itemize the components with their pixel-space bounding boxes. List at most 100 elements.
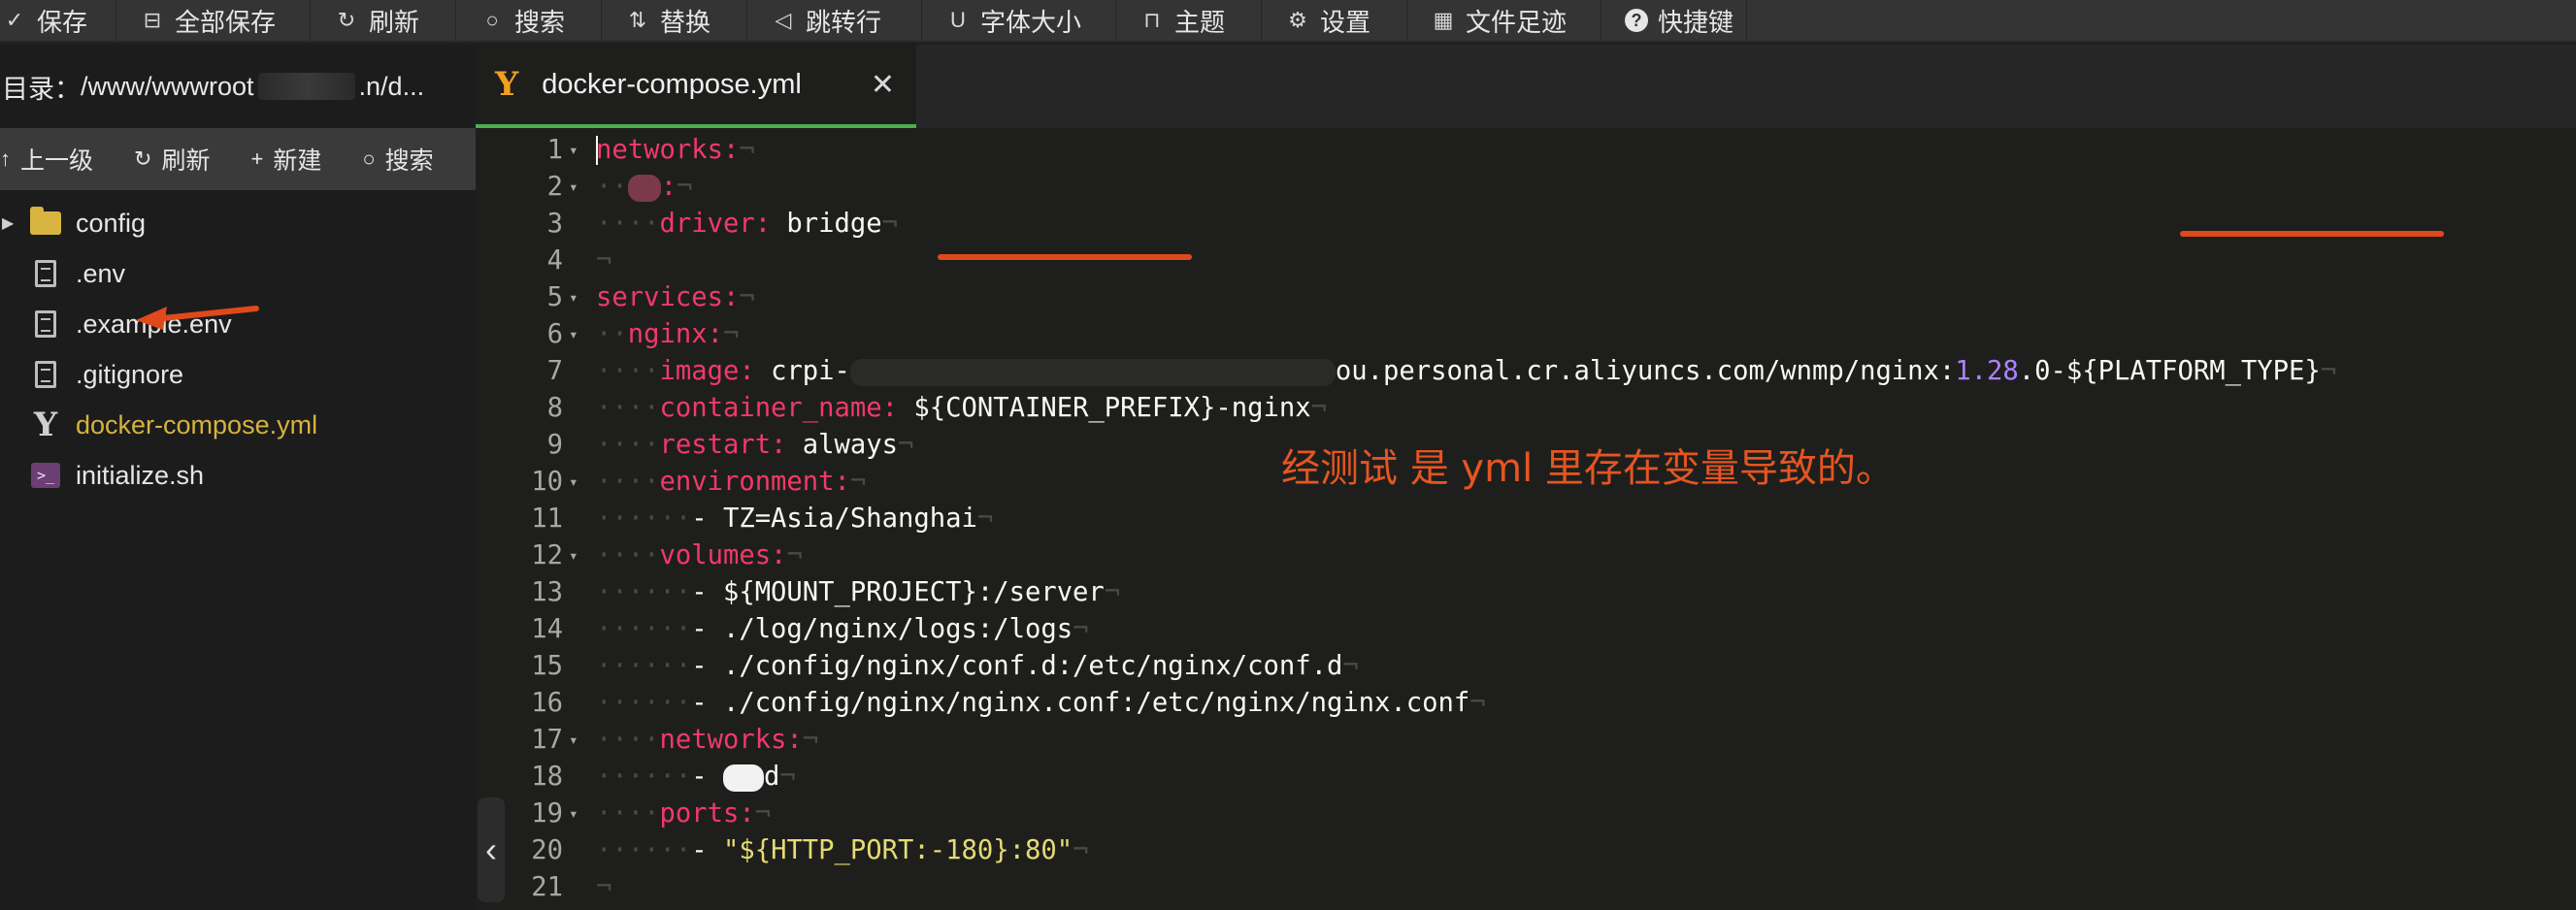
toolbar-button[interactable]: ↻ 刷新 [311,0,456,42]
toolbar-button-label: 快捷键 [1658,7,1734,37]
line-content: ¬ [596,243,611,279]
code-line[interactable]: 13 ······- ${MOUNT_PROJECT}:/server¬ [476,574,2576,611]
code-line[interactable]: 14 ······- ./log/nginx/logs:/logs¬ [476,611,2576,648]
code-editor[interactable]: 1 ▾ networks:¬ 2 ▾ ··:¬ 3 ····driver: bridge¬ 4 ¬… [476,128,2576,910]
toolbar-button[interactable]: ▦ 文件足迹 [1407,0,1602,42]
annotation-underline [938,254,1192,260]
end-of-line-marker: ¬ [802,725,819,755]
code-token: driver: [659,209,772,239]
sidebar-tool-button[interactable]: ○ 搜索 [362,142,433,177]
code-token: networks: [596,135,740,165]
file-name: docker-compose.yml [76,409,318,439]
end-of-line-marker: ¬ [779,762,796,792]
line-number: 15 [531,651,563,681]
folder-icon [29,207,62,238]
sidebar-toolbar: ↑ 上一级 ↻ 刷新 + 新建 ○ 搜索 [0,128,476,190]
close-icon[interactable]: ✕ [871,68,895,102]
code-line[interactable]: 6 ▾ ··nginx:¬ [476,316,2576,353]
line-number: 3 [546,209,563,239]
toolbar-button[interactable]: ⊟ 全部保存 [116,0,311,42]
code-line[interactable]: 4 ¬ [476,243,2576,279]
indent-whitespace: ······ [596,614,692,644]
code-token: - TZ=Asia/Shanghai [691,504,977,534]
file-tree-item[interactable]: .env [0,248,476,299]
indent-whitespace: ···· [596,798,660,829]
code-line[interactable]: 5 ▾ services:¬ [476,279,2576,316]
goto-line-icon: ◁ [775,8,792,32]
end-of-line-marker: ¬ [596,245,612,276]
code-line[interactable]: 3 ····driver: bridge¬ [476,206,2576,243]
indent-whitespace: ···· [596,725,660,755]
annotation-text: 经测试 是 yml 里存在变量导致的。 [1281,446,1895,491]
line-content: ······- d¬ [596,759,796,796]
toolbar-button[interactable]: ⚙ 设置 [1262,0,1407,42]
code-token: ${CONTAINER_PREFIX}-nginx [898,393,1311,423]
line-content: ····image: crpi-ou.personal.cr.aliyuncs.… [596,353,2336,390]
toolbar-button[interactable]: U 字体大小 [922,0,1116,42]
toolbar-button[interactable]: ◁ 跳转行 [747,0,922,42]
code-line[interactable]: 1 ▾ networks:¬ [476,132,2576,169]
fold-toggle-icon[interactable]: ▾ [569,169,578,206]
line-content: ······- ./config/nginx/conf.d:/etc/nginx… [596,648,1359,685]
tab-docker-compose[interactable]: Y docker-compose.yml ✕ [476,45,916,128]
code-token: - ./config/nginx/conf.d:/etc/nginx/conf.… [691,651,1343,681]
indent-whitespace: ·· [596,319,628,349]
code-line[interactable]: 12 ▾ ····volumes:¬ [476,537,2576,574]
toolbar-button[interactable]: ⇅ 替换 [602,0,747,42]
code-line[interactable]: 18 ······- d¬ [476,759,2576,796]
toolbar-button-label: 字体大小 [980,7,1082,37]
code-token: always [786,430,899,460]
fold-toggle-icon[interactable]: ▾ [569,132,578,169]
fold-toggle-icon[interactable]: ▾ [569,796,578,832]
toolbar-button[interactable]: ○ 搜索 [456,0,602,42]
toolbar-button[interactable]: ⊓ 主题 [1116,0,1262,42]
file-tree-item[interactable]: >_ initialize.sh [0,450,476,501]
directory-label: 目录： [2,74,81,104]
code-line[interactable]: 19 ▾ ····ports:¬ [476,796,2576,832]
sidebar-tool-button[interactable]: ↑ 上一级 [0,142,93,177]
line-content: ··:¬ [596,169,693,206]
file-tree-item[interactable]: Ydocker-compose.yml [0,400,476,450]
code-line[interactable]: 11 ······- TZ=Asia/Shanghai¬ [476,501,2576,537]
code-token: services: [596,282,740,312]
folder-icon-glyph [30,207,61,235]
fold-toggle-icon[interactable]: ▾ [569,464,578,501]
collapse-sidebar-button[interactable]: ‹ [478,797,505,902]
toolbar-button-label: 替换 [660,7,711,37]
indent-whitespace: ···· [596,540,660,570]
code-line[interactable]: 8 ····container_name: ${CONTAINER_PREFIX}… [476,390,2576,427]
code-line[interactable]: 20 ······- "${HTTP_PORT:-180}:80"¬ [476,832,2576,869]
sidebar-tool-button[interactable]: + 新建 [250,142,321,177]
gear-icon: ⚙ [1288,8,1307,32]
code-line[interactable]: 2 ▾ ··:¬ [476,169,2576,206]
code-line[interactable]: 16 ······- ./config/nginx/nginx.conf:/etc… [476,685,2576,722]
toolbar-button[interactable]: ? 快捷键 [1602,0,1747,42]
toolbar-button-label: 保存 [37,7,88,37]
code-line[interactable]: 21 ¬ [476,869,2576,906]
file-tree-item[interactable]: ▶ config [0,198,476,248]
toolbar-button-label: 刷新 [369,7,420,37]
fold-toggle-icon[interactable]: ▾ [569,279,578,316]
line-content: ······- ./log/nginx/logs:/logs¬ [596,611,1088,648]
document-icon [29,360,62,389]
sidebar-tool-button[interactable]: ↻ 刷新 [134,142,210,177]
file-tree-item[interactable]: .gitignore [0,349,476,400]
sidebar-tool-label: 搜索 [384,147,434,175]
line-number: 16 [531,688,563,718]
save-all-icon: ⊟ [143,8,162,32]
code-line[interactable]: 15 ······- ./config/nginx/conf.d:/etc/ngi… [476,648,2576,685]
font-size-icon: U [950,8,966,32]
fold-toggle-icon[interactable]: ▾ [569,316,578,353]
line-number: 7 [546,356,563,386]
code-token: container_name: [659,393,899,423]
code-line[interactable]: 7 ····image: crpi-ou.personal.cr.aliyuncs… [476,353,2576,390]
file-tree: ▶config.env.example.env.gitignoreYdocker… [0,190,476,501]
code-token: networks: [659,725,803,755]
line-content: ··nginx:¬ [596,316,739,353]
code-line[interactable]: 17 ▾ ····networks:¬ [476,722,2576,759]
caret-right-icon: ▶ [2,215,15,232]
code-token: crpi- [754,356,850,386]
toolbar-button[interactable]: ✓ 保存 [0,0,116,42]
fold-toggle-icon[interactable]: ▾ [569,722,578,759]
fold-toggle-icon[interactable]: ▾ [569,537,578,574]
